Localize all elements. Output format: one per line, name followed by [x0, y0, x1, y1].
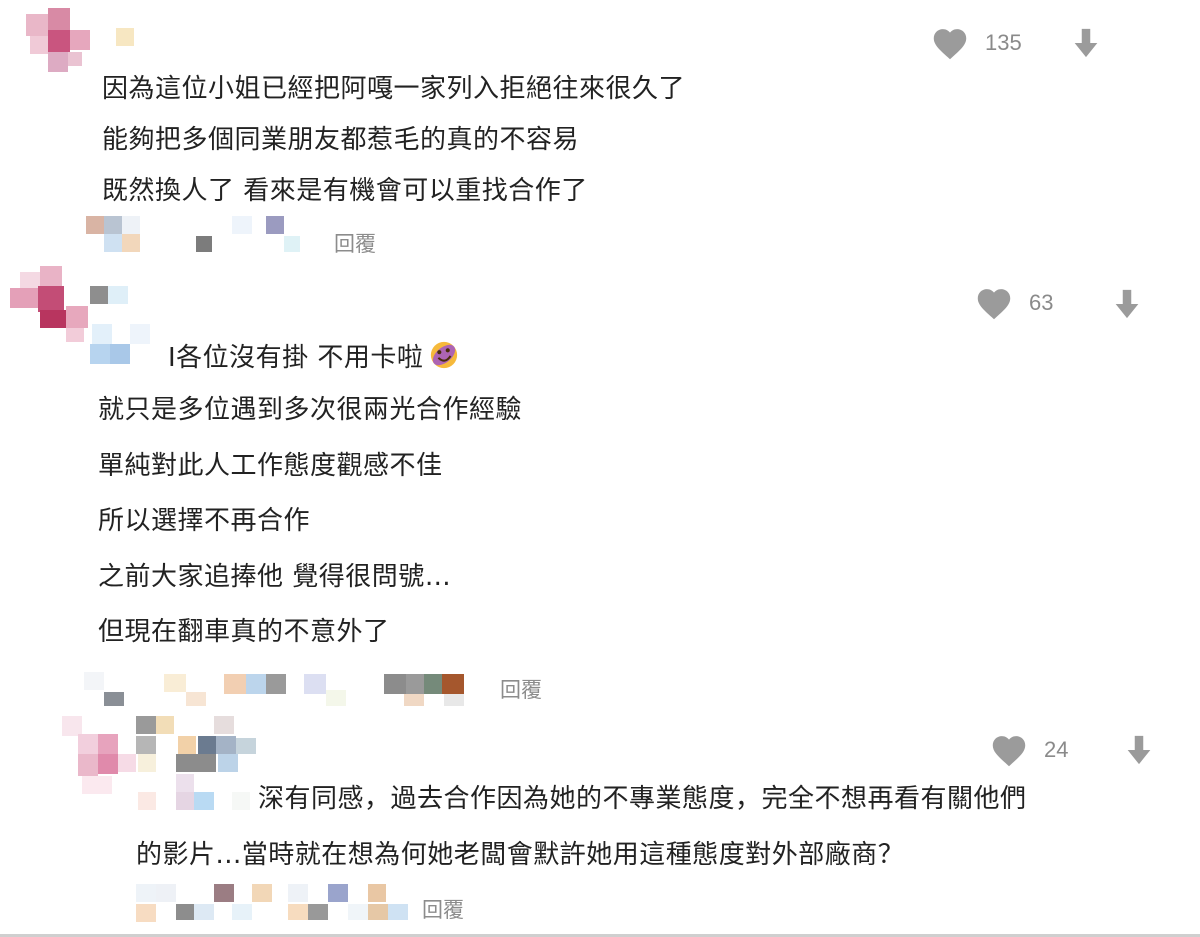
- heart-icon[interactable]: [990, 733, 1028, 767]
- comment-text-line: 的影片...當時就在想為何她老闆會默許她用這種態度對外部廠商？: [136, 840, 905, 870]
- like-count: 24: [1044, 737, 1069, 762]
- username-blurred[interactable]: [136, 716, 270, 816]
- timestamp-blurred: [136, 882, 408, 922]
- comment-text-line: 深有同感，過去合作因為她的不專業態度，完全不想再看有關他們: [258, 784, 1027, 814]
- like-group: 24: [990, 733, 1068, 767]
- avatar[interactable]: [58, 714, 142, 798]
- comment-3: 24 深有同感，過去合作因為她的不專業態度，完全不想再看有關他們 的影片...當…: [0, 0, 1200, 937]
- down-arrow-icon[interactable]: [1122, 733, 1156, 767]
- reply-button[interactable]: 回覆: [422, 894, 464, 924]
